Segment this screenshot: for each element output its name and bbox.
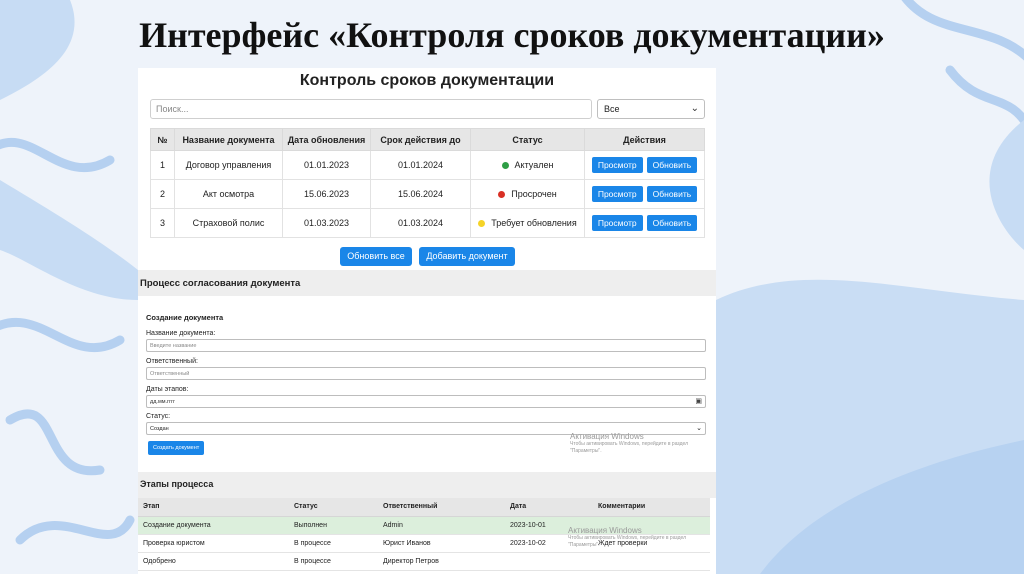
stage-col-header: Этап — [138, 498, 289, 517]
view-button[interactable]: Просмотр — [591, 215, 643, 231]
view-button[interactable]: Просмотр — [591, 157, 643, 173]
cell-valid: 01.01.2024 — [370, 150, 471, 180]
cell-name: Страховой полис — [174, 208, 283, 238]
table-header-row: № Название документа Дата обновления Сро… — [150, 128, 705, 151]
documents-table: № Название документа Дата обновления Сро… — [150, 128, 705, 238]
update-all-button[interactable]: Обновить все — [340, 247, 412, 266]
update-button[interactable]: Обновить — [646, 157, 698, 173]
cell-status: Актуален — [470, 150, 585, 180]
dates-label: Даты этапов: — [146, 386, 189, 393]
status-filter-select[interactable]: Все ⌄ — [597, 99, 705, 119]
date-cell — [505, 552, 593, 571]
status-dot-icon — [501, 162, 509, 169]
status-cell: В процессе — [289, 534, 378, 553]
chevron-down-icon: ⌄ — [696, 425, 702, 432]
cell-num: 2 — [150, 179, 175, 209]
responsible-cell: Admin — [378, 516, 505, 535]
status-select-value: Создан — [150, 426, 169, 432]
responsible-cell: Юрист Иванов — [378, 534, 505, 553]
app-screenshot: Контроль сроков документации Поиск... Вс… — [138, 68, 716, 574]
stage-date-input[interactable]: дд.мм.гггг ▣ — [146, 395, 706, 408]
stage-cell: Одобрено — [138, 552, 289, 571]
document-name-input[interactable]: Введите название — [146, 339, 706, 352]
status-text: Просрочен — [511, 189, 557, 199]
status-label: Статус: — [146, 413, 171, 420]
search-input[interactable]: Поиск... — [150, 99, 592, 119]
watermark-text: Чтобы активировать Windows, перейдите в … — [568, 535, 687, 548]
table-row: 2 Акт осмотра 15.06.2023 15.06.2024 Прос… — [150, 179, 705, 209]
name-label: Название документа: — [146, 330, 216, 337]
cell-actions: Просмотр Обновить — [584, 179, 705, 209]
col-header-name: Название документа — [174, 128, 283, 151]
status-dot-icon — [478, 220, 486, 227]
table-row: 3 Страховой полис 01.03.2023 01.03.2024 … — [150, 208, 705, 238]
cell-status: Просрочен — [470, 179, 585, 209]
col-header-valid: Срок действия до — [370, 128, 471, 151]
stages-header-row: Этап Статус Ответственный Дата Комментар… — [138, 498, 710, 517]
page-title: Контроль сроков документации — [299, 72, 555, 89]
col-header-actions: Действия — [584, 128, 705, 151]
date-placeholder: дд.мм.гггг — [150, 399, 176, 405]
add-document-button[interactable]: Добавить документ — [419, 247, 515, 266]
responsible-input[interactable]: Ответственный — [146, 367, 706, 380]
approval-section-title: Процесс согласования документа — [138, 270, 716, 296]
responsible-col-header: Ответственный — [378, 498, 505, 517]
date-col-header: Дата — [505, 498, 593, 517]
watermark-title: Активация Windows — [570, 432, 644, 441]
col-header-status: Статус — [470, 128, 585, 151]
status-text: Требует обновления — [491, 218, 577, 228]
table-row: 1 Договор управления 01.01.2023 01.01.20… — [150, 150, 705, 180]
view-button[interactable]: Просмотр — [591, 186, 643, 202]
slide-title: Интерфейс «Контроля сроков документации» — [139, 15, 885, 55]
watermark-title: Активация Windows — [568, 526, 642, 535]
cell-actions: Просмотр Обновить — [584, 208, 705, 238]
status-cell: В процессе — [289, 552, 378, 571]
stages-section-title: Этапы процесса — [138, 472, 716, 498]
filter-value: Все — [604, 104, 620, 114]
create-document-button[interactable]: Создать документ — [148, 441, 205, 455]
cell-name: Договор управления — [174, 150, 283, 180]
status-col-header: Статус — [289, 498, 378, 517]
calendar-icon[interactable]: ▣ — [695, 397, 702, 405]
cell-updated: 01.03.2023 — [282, 208, 371, 238]
stage-cell: Проверка юристом — [138, 534, 289, 553]
watermark-text: Чтобы активировать Windows, перейдите в … — [570, 441, 689, 454]
comment-cell — [593, 552, 710, 571]
status-dot-icon — [498, 191, 506, 198]
col-header-updated: Дата обновления — [282, 128, 371, 151]
update-button[interactable]: Обновить — [646, 215, 698, 231]
windows-activation-watermark-2: Активация Windows Чтобы активировать Win… — [568, 526, 716, 549]
responsible-label: Ответственный: — [146, 358, 198, 365]
status-text: Актуален — [514, 160, 554, 170]
cell-num: 3 — [150, 208, 175, 238]
col-header-num: № — [150, 128, 175, 151]
stage-cell: Создание документа — [138, 516, 289, 535]
comment-col-header: Комментарии — [593, 498, 710, 517]
cell-name: Акт осмотра — [174, 179, 283, 209]
table-row: Одобрено В процессе Директор Петров — [138, 552, 710, 571]
cell-updated: 15.06.2023 — [282, 179, 371, 209]
cell-valid: 15.06.2024 — [370, 179, 471, 209]
responsible-cell: Директор Петров — [378, 552, 505, 571]
chevron-down-icon: ⌄ — [690, 103, 699, 114]
cell-num: 1 — [150, 150, 175, 180]
cell-actions: Просмотр Обновить — [584, 150, 705, 180]
form-title: Создание документа — [146, 313, 224, 322]
status-cell: Выполнен — [289, 516, 378, 535]
cell-valid: 01.03.2024 — [370, 208, 471, 238]
cell-status: Требует обновления — [470, 208, 585, 238]
update-button[interactable]: Обновить — [646, 186, 698, 202]
cell-updated: 01.01.2023 — [282, 150, 371, 180]
windows-activation-watermark: Активация Windows Чтобы активировать Win… — [570, 432, 716, 455]
